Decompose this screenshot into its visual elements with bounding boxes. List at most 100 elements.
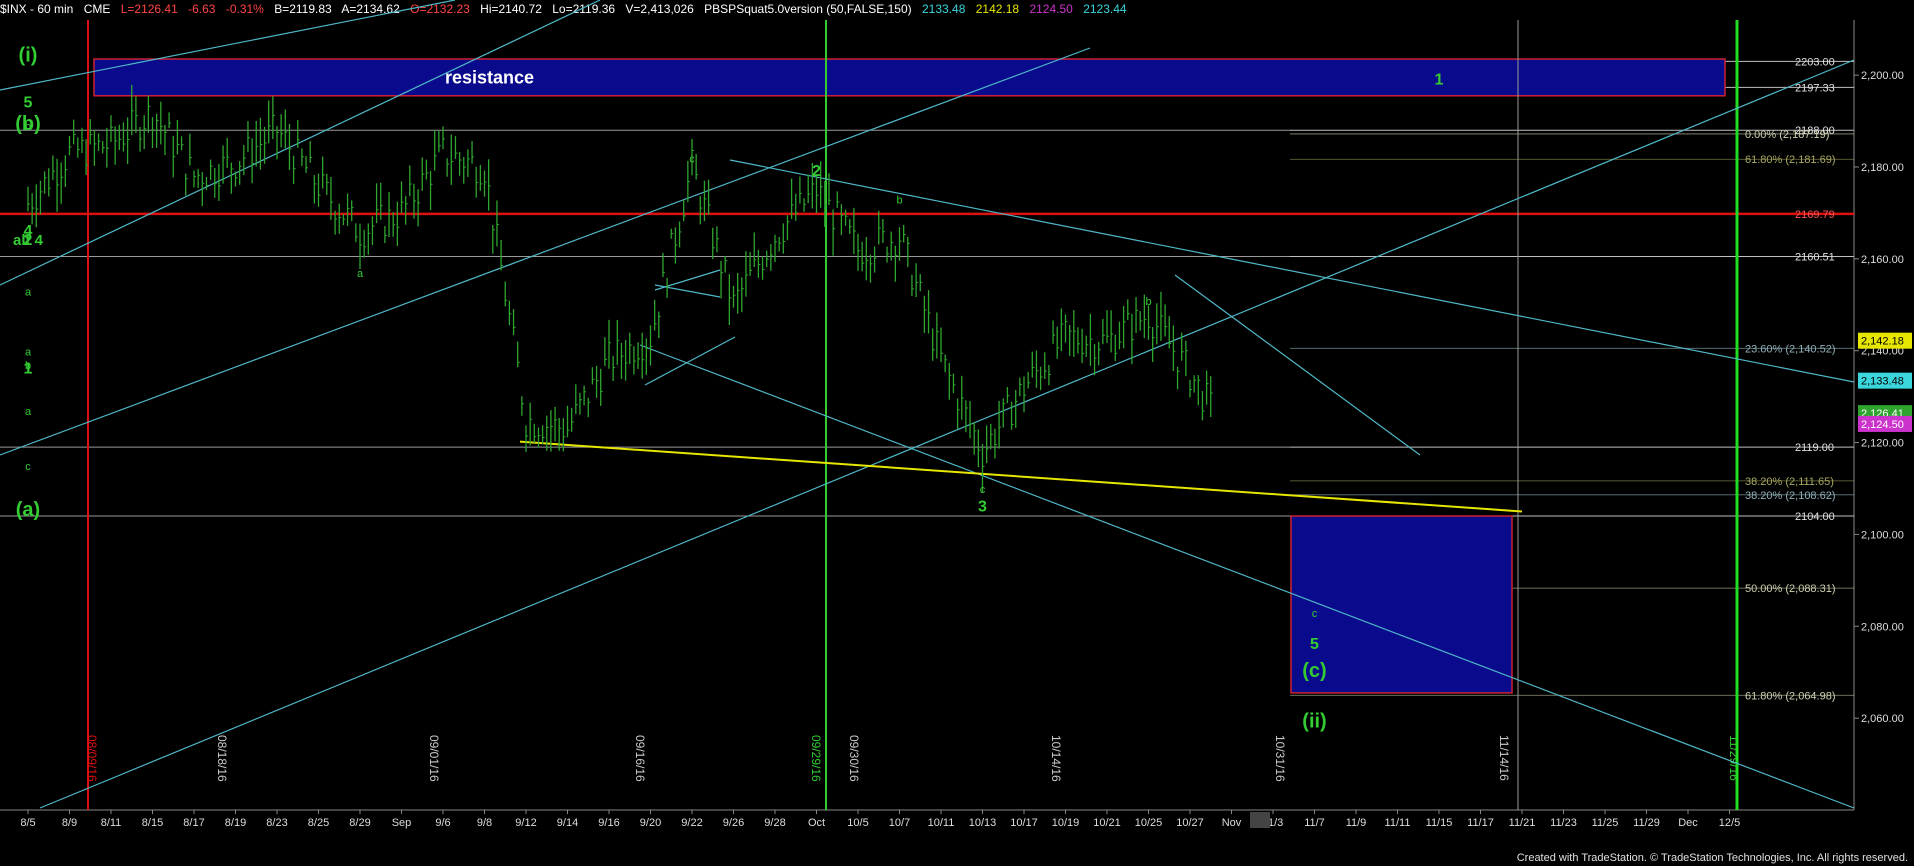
wave-label: (c) <box>1302 660 1326 682</box>
rotated-date-label: 10/31/16 <box>1273 735 1287 782</box>
wave-label: c <box>980 484 986 496</box>
yellow-support-line <box>519 440 1523 513</box>
rotated-date-label: 10/14/16 <box>1049 735 1063 782</box>
price-badge-label: 2,124.50 <box>1861 419 1904 431</box>
wave-label: 5 <box>24 94 33 111</box>
x-tick-label: 8/25 <box>308 817 329 829</box>
rotated-date-label: 09/30/16 <box>847 735 861 782</box>
x-tick-label: 12/5 <box>1719 817 1740 829</box>
x-tick-label: 9/20 <box>640 817 661 829</box>
x-tick-label: Sep <box>392 817 412 829</box>
x-tick-label: 8/15 <box>142 817 163 829</box>
fib-level-label: 61.80% (2,181.69) <box>1745 154 1836 166</box>
x-tick-label: 8/17 <box>183 817 204 829</box>
resistance-zone <box>93 58 1726 97</box>
x-tick-label: Oct <box>808 817 825 829</box>
x-tick-label: 11/29 <box>1633 817 1660 829</box>
x-tick-label: Dec <box>1678 817 1698 829</box>
fib-level-label: 0.00% (2,187.19) <box>1745 129 1829 141</box>
x-tick-label: 11/11 <box>1385 817 1411 829</box>
y-tick-label: 2,200.00 <box>1861 70 1904 82</box>
x-tick-label: 11/7 <box>1304 817 1325 829</box>
wave-label: (a) <box>16 499 40 521</box>
fib-level-label: 38.20% (2,108.62) <box>1745 490 1836 502</box>
fib-level-label: 23.60% (2,140.52) <box>1745 343 1836 355</box>
x-tick-label: 9/26 <box>723 817 744 829</box>
x-tick-label: 10/17 <box>1010 817 1038 829</box>
price-chart[interactable]: 2,060.002,080.002,100.002,120.002,140.00… <box>0 0 1914 866</box>
time-scroll-marker <box>1250 812 1270 828</box>
rotated-date-label: 09/29/16 <box>809 735 823 782</box>
x-tick-label: 11/15 <box>1426 817 1453 829</box>
wave-label: (i) <box>19 44 38 66</box>
wave-label: c <box>25 461 31 473</box>
wave-label: 1 <box>1435 71 1444 88</box>
x-tick-label: 9/16 <box>598 817 619 829</box>
x-tick-label: 10/11 <box>928 817 955 829</box>
channel-trend-line <box>1174 274 1421 456</box>
wave-label: b <box>1145 296 1151 308</box>
x-tick-label: 10/19 <box>1052 817 1080 829</box>
y-tick-label: 2,180.00 <box>1861 162 1904 174</box>
x-tick-label: 10/27 <box>1176 817 1204 829</box>
x-tick-label: 9/6 <box>435 817 450 829</box>
x-tick-label: 11/23 <box>1550 817 1577 829</box>
x-tick-label: 10/25 <box>1135 817 1163 829</box>
rotated-date-label: 09/01/16 <box>427 735 441 782</box>
price-level-label: 2119.00 <box>1795 442 1834 454</box>
x-tick-label: 9/22 <box>681 817 702 829</box>
rotated-date-label: 09/16/16 <box>633 735 647 782</box>
x-tick-label: 8/11 <box>101 817 122 829</box>
wave-label: 3 <box>978 498 987 515</box>
x-tick-label: 11/9 <box>1346 817 1367 829</box>
rotated-date-label: 08/18/16 <box>215 735 229 782</box>
wave-label: 5 <box>1310 636 1319 653</box>
x-tick-label: 11/21 <box>1509 817 1536 829</box>
price-level-label: 2203.00 <box>1795 56 1835 68</box>
price-badge-label: 2,133.48 <box>1861 376 1904 388</box>
price-level-label: 2160.51 <box>1795 251 1835 263</box>
x-tick-label: 9/14 <box>557 817 578 829</box>
price-level-label: 2104.00 <box>1795 511 1835 523</box>
wave-label: a <box>357 268 364 280</box>
x-tick-label: 9/12 <box>515 817 536 829</box>
fib-level-label: 50.00% (2,088.31) <box>1745 583 1836 595</box>
wave-label: a <box>25 346 32 358</box>
x-tick-label: 10/21 <box>1093 817 1121 829</box>
channel-trend-line <box>654 284 721 298</box>
x-tick-label: 10/13 <box>969 817 997 829</box>
wave-label: 2 <box>812 163 821 180</box>
x-tick-label: 11/25 <box>1592 817 1619 829</box>
price-level-label: 2169.79 <box>1795 209 1835 221</box>
fib-level-label: 61.80% (2,064.98) <box>1745 690 1836 702</box>
rotated-date-label: 11/29/16 <box>1727 735 1741 781</box>
channel-trend-line <box>644 336 736 386</box>
wave-label: (b) <box>15 113 41 135</box>
price-level-label: 2197.33 <box>1795 82 1835 94</box>
wave-label: a <box>25 287 32 299</box>
wave-label: 1 <box>24 361 33 378</box>
x-tick-label: 8/23 <box>266 817 287 829</box>
x-tick-label: 8/19 <box>225 817 246 829</box>
y-tick-label: 2,160.00 <box>1861 254 1904 266</box>
y-tick-label: 2,060.00 <box>1861 713 1904 725</box>
y-tick-label: 2,100.00 <box>1861 529 1904 541</box>
fib-level-label: 38.20% (2,111.65) <box>1745 476 1834 488</box>
resistance-label: resistance <box>445 67 534 87</box>
x-tick-label: 9/28 <box>764 817 785 829</box>
x-tick-label: 8/29 <box>349 817 370 829</box>
x-tick-label: 9/8 <box>477 817 492 829</box>
wave-label: c <box>1312 608 1318 620</box>
x-tick-label: Nov <box>1222 817 1242 829</box>
x-tick-label: 11/17 <box>1467 817 1494 829</box>
rotated-date-label: 11/14/16 <box>1497 735 1511 781</box>
channel-trend-line <box>0 47 1091 456</box>
wave-label: c <box>689 153 695 165</box>
y-tick-label: 2,120.00 <box>1861 438 1904 450</box>
x-tick-label: 8/9 <box>62 817 77 829</box>
wave-label: a <box>25 406 32 418</box>
x-tick-label: 8/5 <box>20 817 35 829</box>
channel-trend-line <box>39 59 1855 809</box>
x-tick-label: 10/7 <box>889 817 910 829</box>
tradestation-credit: Created with TradeStation. © TradeStatio… <box>1516 852 1908 864</box>
